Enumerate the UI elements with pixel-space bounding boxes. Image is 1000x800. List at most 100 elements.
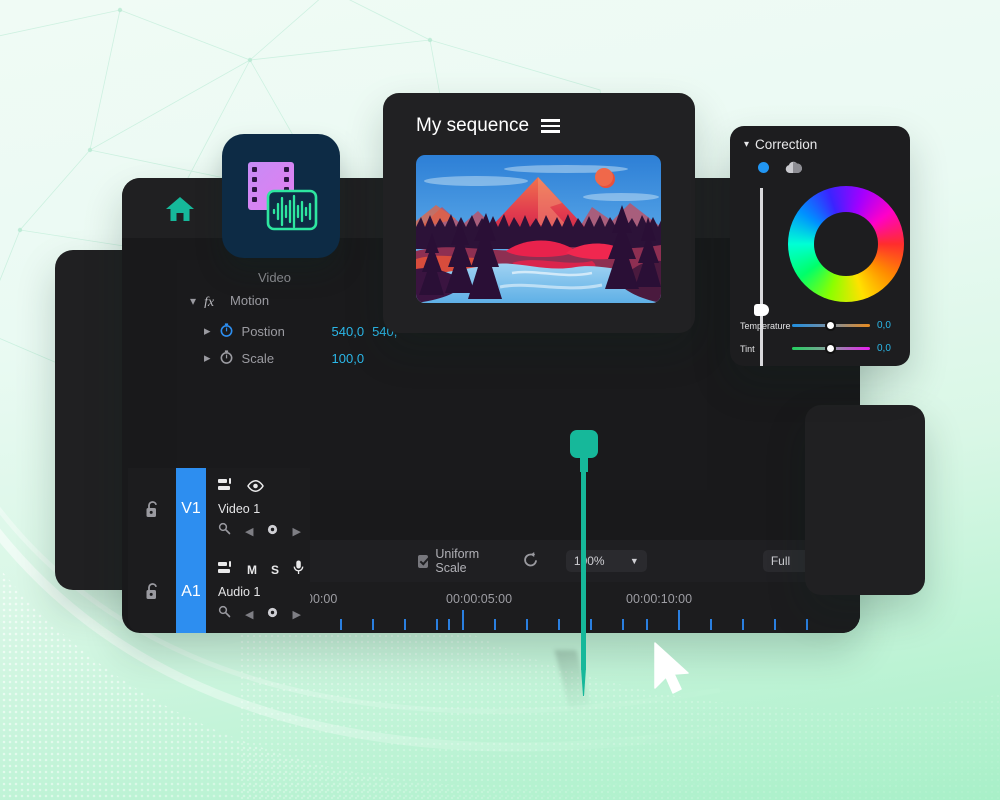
next-keyframe-icon[interactable]: ▶: [292, 525, 300, 538]
ruler-tick: [462, 610, 464, 630]
ruler-tick: [622, 619, 624, 630]
property-value-scale[interactable]: 100,0: [332, 351, 365, 366]
ruler-tick: [436, 619, 438, 630]
reset-rotate-icon[interactable]: [522, 550, 540, 573]
tint-slider-row[interactable]: Tint 0,0: [740, 343, 891, 354]
ruler-tick: [526, 619, 528, 630]
chevron-down-icon: ▼: [629, 556, 639, 566]
track-name-v1: Video 1: [218, 502, 261, 516]
ruler-tick: [404, 619, 406, 630]
correction-title-label: Correction: [755, 137, 818, 152]
blue-circle-icon[interactable]: [758, 162, 769, 173]
track-sync-icon[interactable]: [218, 478, 233, 497]
time-label: 00:00:10:00: [626, 592, 693, 606]
timeline-playhead[interactable]: [554, 430, 598, 710]
uniform-scale-checkbox[interactable]: Uniform Scale: [418, 547, 498, 575]
preview-window: My sequence: [383, 93, 695, 333]
svg-text:fx: fx: [204, 295, 215, 308]
keyframe-icon[interactable]: [267, 522, 278, 540]
quality-value: Full: [770, 554, 791, 568]
property-row-position[interactable]: ▸ Postion 540,0 540,: [204, 322, 397, 340]
chevron-down-icon[interactable]: ▾: [190, 294, 196, 308]
landscape-illustration: [416, 155, 661, 303]
app-icon-glyph: [248, 162, 318, 231]
editor-control-bar: Uniform Scale 100% ▼ Full ▼: [298, 540, 860, 582]
ruler-tick: [340, 619, 342, 630]
mute-button[interactable]: M: [247, 563, 257, 577]
correction-panel: ▾ Correction Temperature 0,0 Tint 0,0: [730, 126, 910, 366]
chevron-down-icon[interactable]: ▾: [744, 139, 749, 150]
ruler-tick: [372, 619, 374, 630]
home-icon: [166, 197, 194, 221]
keyframe-icon[interactable]: [267, 605, 278, 623]
track-lock-a1[interactable]: [128, 550, 176, 633]
ruler-tick: [678, 610, 680, 630]
temperature-label: Temperature: [740, 320, 791, 331]
solo-button[interactable]: S: [271, 563, 279, 577]
ruler-tick: [590, 619, 592, 630]
track-keyframe-controls-a1: ◀ ▶: [218, 605, 338, 623]
chevron-right-icon[interactable]: ▸: [204, 323, 211, 339]
exposure-slider-knob[interactable]: [754, 304, 769, 316]
video-audio-editor-app-icon[interactable]: [222, 134, 340, 258]
tint-label: Tint: [740, 343, 755, 354]
correction-header[interactable]: ▾ Correction: [744, 137, 817, 152]
property-row-scale[interactable]: ▸ Scale 100,0: [204, 349, 364, 367]
temperature-slider-track[interactable]: [792, 320, 870, 331]
track-headers: V1 Video 1 ◀ ▶ A1 M S Audio 1 ◀ ▶: [128, 468, 310, 633]
prev-keyframe-icon[interactable]: ◀: [245, 608, 253, 621]
track-lock-v1[interactable]: [128, 468, 176, 550]
ruler-tick: [646, 619, 648, 630]
tint-value: 0,0: [877, 343, 891, 354]
timeline-ruler[interactable]: 00:00 00:00:05:00 00:00:10:00: [298, 582, 860, 633]
unlock-icon: [146, 583, 157, 599]
prev-keyframe-icon[interactable]: ◀: [245, 525, 253, 538]
property-name-position: Postion: [241, 323, 285, 339]
color-wheel[interactable]: [788, 186, 904, 302]
track-id-v1[interactable]: V1: [176, 468, 206, 550]
time-label: 00:00:05:00: [446, 592, 513, 606]
preview-video-thumbnail[interactable]: [416, 155, 661, 303]
property-value-position-x[interactable]: 540,0: [332, 324, 365, 339]
property-name-scale: Scale: [241, 350, 275, 366]
zoom-level-dropdown[interactable]: 100% ▼: [565, 550, 647, 572]
page-title: My sequence: [416, 115, 530, 136]
exposure-slider-track[interactable]: [760, 188, 763, 366]
checkbox-checked-icon[interactable]: [418, 554, 429, 568]
effects-group-label: Video: [258, 270, 292, 285]
add-keyframe-icon[interactable]: [218, 605, 231, 623]
temperature-value: 0,0: [877, 320, 891, 331]
ruler-tick: [742, 619, 744, 630]
temperature-slider-row[interactable]: Temperature 0,0: [740, 320, 891, 331]
track-keyframe-controls-v1: ◀ ▶: [218, 522, 338, 540]
eye-icon[interactable]: [247, 479, 264, 497]
stopwatch-icon-active[interactable]: [219, 322, 234, 340]
right-floating-panel: [805, 405, 925, 595]
fx-icon: fx: [204, 294, 222, 310]
stopwatch-icon[interactable]: [219, 349, 234, 367]
temperature-slider-knob[interactable]: [825, 320, 836, 331]
effect-motion-row[interactable]: ▾ fx Motion: [190, 293, 270, 310]
ruler-tick: [558, 619, 560, 630]
ruler-tick: [448, 619, 450, 630]
hamburger-menu-icon[interactable]: [541, 119, 561, 133]
track-name-a1: Audio 1: [218, 585, 261, 599]
track-id-a1[interactable]: A1: [176, 550, 206, 633]
cloud-icon[interactable]: [784, 159, 803, 175]
uniform-scale-label: Uniform Scale: [435, 547, 480, 575]
track-icons-a1: M S: [218, 560, 338, 580]
track-body-v1: Video 1 ◀ ▶: [218, 478, 338, 540]
chevron-right-icon[interactable]: ▸: [204, 350, 211, 366]
track-sync-icon[interactable]: [218, 560, 233, 580]
ruler-tick: [806, 619, 808, 630]
timeline[interactable]: 00:00 00:00:05:00 00:00:10:00 fx: [298, 582, 860, 633]
zoom-level-value: 100%: [573, 554, 605, 568]
add-keyframe-icon[interactable]: [218, 522, 231, 540]
tint-slider-track[interactable]: [792, 343, 870, 354]
effect-name-label: Motion: [230, 293, 270, 308]
microphone-icon[interactable]: [293, 560, 304, 580]
tint-slider-knob[interactable]: [825, 343, 836, 354]
next-keyframe-icon[interactable]: ▶: [292, 608, 300, 621]
track-icons-v1: [218, 478, 338, 497]
home-button[interactable]: [152, 188, 208, 230]
